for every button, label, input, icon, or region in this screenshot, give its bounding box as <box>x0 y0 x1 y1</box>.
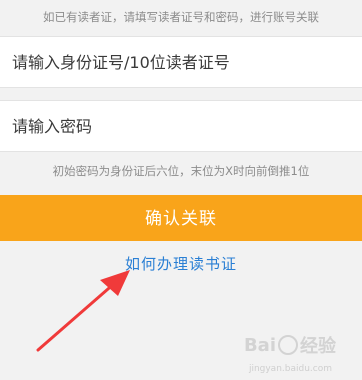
watermark-suffix: 经验 <box>300 336 336 357</box>
watermark-url: jingyan.baidu.com <box>248 364 332 374</box>
password-input[interactable] <box>0 101 362 151</box>
reader-id-field-row <box>0 36 362 88</box>
password-hint: 初始密码为身份证后六位，末位为X时向前倒推1位 <box>52 164 310 178</box>
paw-icon <box>278 335 298 355</box>
binding-notice: 如已有读者证，请填写读者证号和密码，进行账号关联 <box>43 10 319 24</box>
how-to-apply-link[interactable]: 如何办理读书证 <box>0 251 362 277</box>
reader-id-input[interactable] <box>0 37 362 87</box>
watermark-logo-text: Bai <box>243 334 276 356</box>
password-field-row <box>0 100 362 152</box>
arrow-shaft <box>36 280 118 352</box>
baidu-jingyan-watermark: Bai 经验 <box>244 332 336 358</box>
confirm-link-button[interactable]: 确认关联 <box>0 195 362 241</box>
